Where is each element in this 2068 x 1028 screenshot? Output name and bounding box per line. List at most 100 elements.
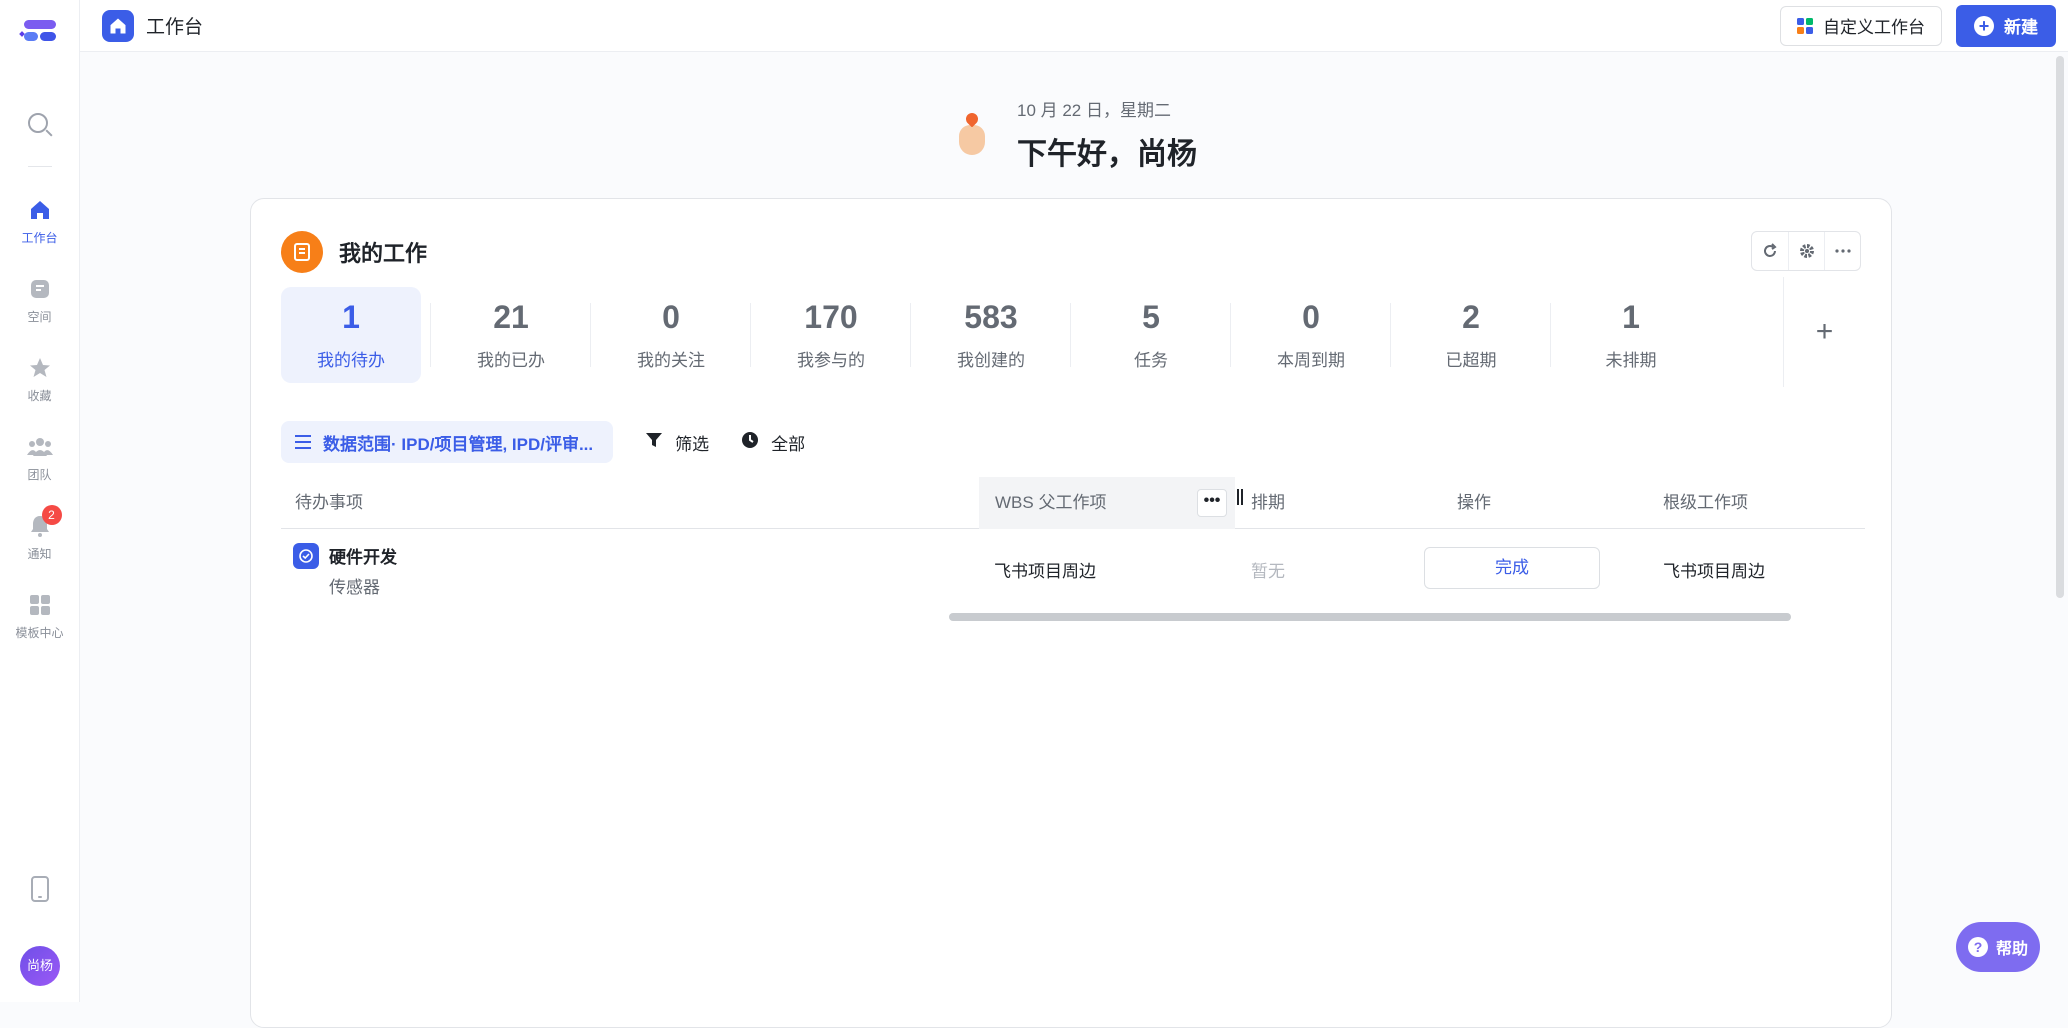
task-check-icon[interactable] (293, 543, 319, 569)
schedule-cell[interactable]: 暂无 (1251, 557, 1285, 582)
stat-label: 我的待办 (317, 351, 385, 370)
star-icon (27, 355, 53, 381)
stat-unscheduled[interactable]: 1 未排期 (1561, 287, 1701, 383)
data-range-label: 数据范围· IPD/项目管理, IPD/评审... (323, 434, 594, 454)
search-icon[interactable] (25, 110, 55, 140)
sidebar-item-favorites[interactable]: 收藏 (0, 355, 80, 404)
help-label: 帮助 (1995, 941, 2028, 958)
table-row[interactable]: 硬件开发 传感器 飞书项目周边 暂无 完成 飞书项目周边 (281, 531, 1865, 611)
sidebar-item-label: 通知 (27, 547, 52, 561)
space-icon (27, 276, 53, 302)
column-resize-handle[interactable] (1237, 489, 1243, 505)
stat-value: 583 (964, 299, 1018, 335)
plus-icon: + (1974, 15, 1994, 36)
stat-value: 21 (493, 299, 529, 335)
column-header-todo[interactable]: 待办事项 (295, 477, 363, 529)
filter-bar: 数据范围· IPD/项目管理, IPD/评审... 筛选 全部 (281, 421, 805, 463)
gear-icon[interactable] (1788, 232, 1824, 270)
customize-workbench-label: 自定义工作台 (1823, 18, 1925, 37)
filter-icon (645, 431, 663, 454)
stat-my-participated[interactable]: 170 我参与的 (761, 287, 911, 383)
task-subtitle: 传感器 (329, 578, 380, 597)
sidebar-item-space[interactable]: 空间 (0, 276, 80, 325)
table-horizontal-scrollbar[interactable] (949, 613, 1791, 621)
avatar[interactable]: 尚杨 (20, 946, 60, 986)
filter-button[interactable]: 筛选 (645, 430, 709, 455)
table-header: 待办事项 WBS 父工作项 ••• 排期 操作 根级工作项 (281, 477, 1865, 529)
stat-label: 我的关注 (637, 351, 705, 370)
new-button[interactable]: + 新建 (1956, 4, 2056, 47)
sidebar-item-templates[interactable]: 模板中心 (0, 592, 80, 641)
customize-workbench-button[interactable]: 自定义工作台 (1780, 5, 1942, 46)
column-header-action[interactable]: 操作 (1457, 477, 1491, 529)
all-scope-button[interactable]: 全部 (741, 430, 805, 455)
stat-my-created[interactable]: 583 我创建的 (921, 287, 1071, 383)
stat-value: 0 (662, 299, 680, 335)
more-icon[interactable] (1824, 232, 1860, 270)
stat-label: 未排期 (1605, 351, 1657, 370)
stat-label: 任务 (1134, 351, 1168, 370)
stat-due-this-week[interactable]: 0 本周到期 (1241, 287, 1391, 383)
stat-value: 2 (1462, 299, 1480, 335)
sidebar-item-label: 团队 (27, 468, 52, 482)
app-logo[interactable] (18, 16, 62, 50)
home-icon (27, 197, 53, 223)
card-toolbar (1751, 231, 1861, 271)
sidebar-item-label: 空间 (27, 310, 52, 324)
page-title: 工作台 (146, 17, 204, 38)
notification-badge: 2 (41, 505, 62, 525)
sidebar-item-label: 模板中心 (15, 626, 64, 640)
stat-label: 已超期 (1445, 351, 1497, 370)
card-title: 我的工作 (339, 241, 428, 266)
stat-overdue[interactable]: 2 已超期 (1401, 287, 1551, 383)
wbs-parent-cell[interactable]: 飞书项目周边 (994, 557, 1096, 582)
new-button-label: 新建 (2004, 18, 2038, 37)
list-icon (295, 435, 311, 449)
team-icon (26, 434, 53, 460)
sidebar-item-team[interactable]: 团队 (0, 434, 80, 483)
add-stat-button[interactable]: + (1783, 277, 1865, 387)
data-range-filter[interactable]: 数据范围· IPD/项目管理, IPD/评审... (281, 421, 614, 463)
sidebar-item-notifications[interactable]: 2 通知 (0, 505, 80, 562)
sidebar: 工作台 空间 收藏 团队 2 通知 模板中心 尚杨 (0, 0, 80, 1002)
stat-value: 1 (1622, 299, 1640, 335)
all-scope-label: 全部 (771, 434, 806, 454)
home-icon (102, 9, 134, 42)
root-item-cell[interactable]: 飞书项目周边 (1663, 557, 1765, 582)
stat-label: 我创建的 (957, 351, 1025, 370)
stat-label: 本周到期 (1277, 351, 1345, 370)
help-button[interactable]: ? 帮助 (1956, 922, 2040, 972)
stat-value: 1 (342, 299, 360, 335)
stat-value: 5 (1142, 299, 1160, 335)
stat-value: 0 (1302, 299, 1320, 335)
sidebar-item-workbench[interactable]: 工作台 (0, 197, 80, 246)
stat-my-done[interactable]: 21 我的已办 (441, 287, 591, 383)
heart-hand-icon (955, 110, 991, 159)
clock-icon (741, 431, 759, 454)
top-bar: 工作台 自定义工作台 + 新建 (80, 0, 2068, 52)
stats-tabs: 1 我的待办 21 我的已办 0 我的关注 170 我参与的 583 我创建的 … (281, 287, 1721, 383)
stat-tasks[interactable]: 5 任务 (1081, 287, 1231, 383)
sidebar-divider (27, 166, 52, 167)
stat-label: 我参与的 (797, 351, 865, 370)
sidebar-item-label: 工作台 (21, 231, 58, 245)
mobile-icon[interactable] (31, 876, 49, 902)
column-more-button[interactable]: ••• (1197, 489, 1227, 517)
greeting-date: 10 月 22 日，星期二 (1017, 101, 1171, 120)
sidebar-item-label: 收藏 (27, 389, 52, 403)
column-header-root[interactable]: 根级工作项 (1663, 477, 1748, 529)
stat-my-follow[interactable]: 0 我的关注 (601, 287, 751, 383)
refresh-icon[interactable] (1752, 232, 1788, 270)
template-icon (27, 592, 53, 618)
greeting-message: 下午好，尚杨 (1017, 138, 1197, 171)
complete-button[interactable]: 完成 (1424, 547, 1600, 589)
work-icon (281, 231, 323, 273)
my-work-card: 我的工作 1 我的待办 21 我的已办 0 我的关注 170 我参与的 583 … (250, 198, 1892, 1028)
task-name[interactable]: 硬件开发 (329, 543, 397, 568)
column-header-schedule[interactable]: 排期 (1251, 477, 1285, 529)
stat-label: 我的已办 (477, 351, 545, 370)
filter-label: 筛选 (675, 434, 710, 454)
stat-my-todo[interactable]: 1 我的待办 (281, 287, 431, 383)
widgets-icon (1797, 17, 1813, 34)
page-scrollbar[interactable] (2056, 56, 2064, 598)
